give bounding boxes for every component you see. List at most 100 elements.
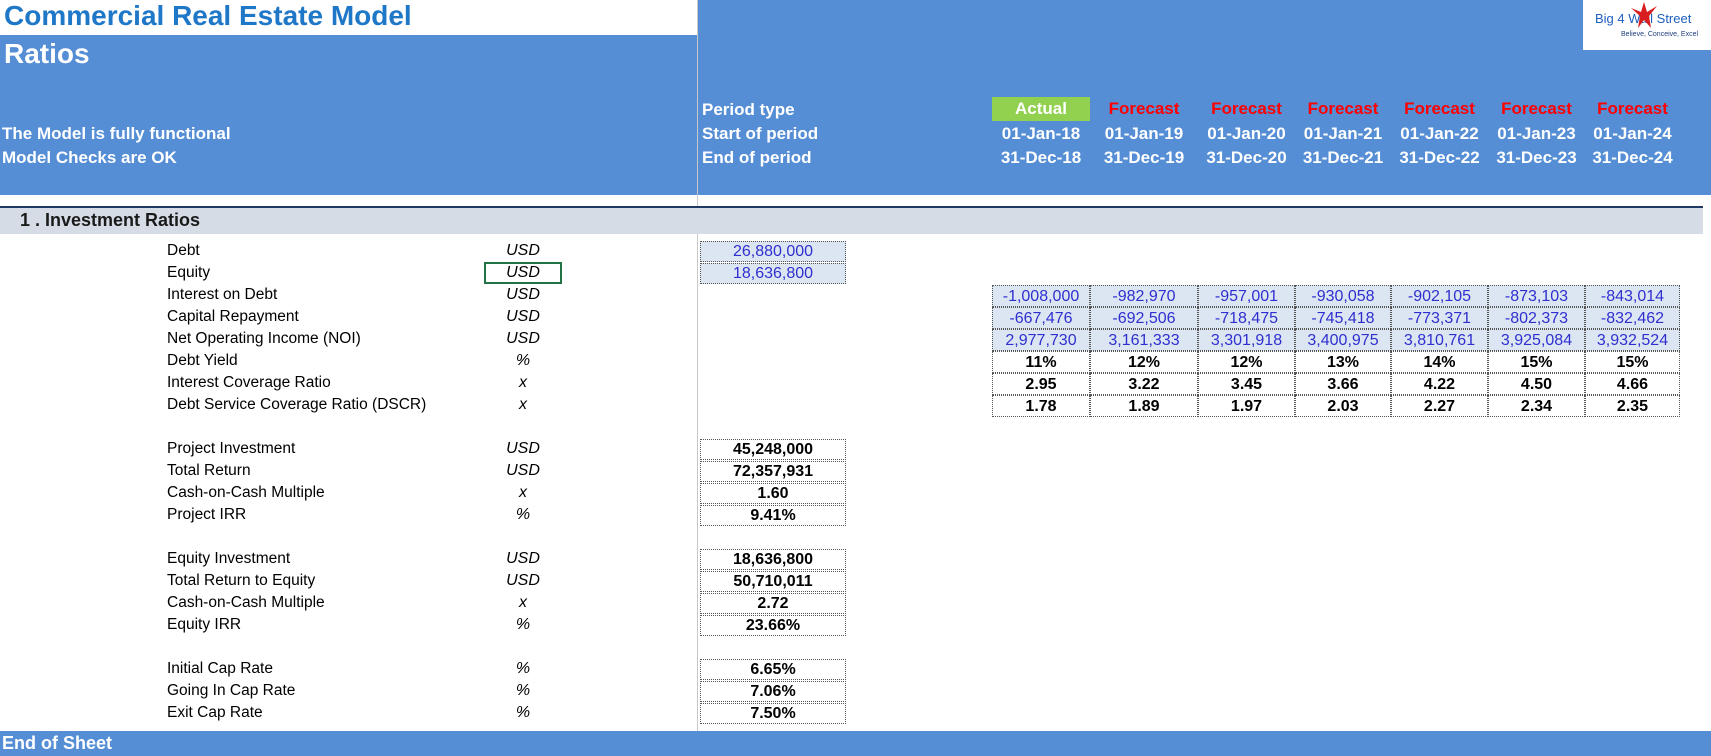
- cell-net-operating-income-noi-4[interactable]: 3,810,761: [1391, 329, 1488, 351]
- row-value-cash-on-cash-multiple[interactable]: 2.72: [700, 593, 846, 614]
- period-start-0[interactable]: 01-Jan-18: [992, 124, 1090, 144]
- row-label-capital-repayment[interactable]: Capital Repayment: [167, 308, 299, 326]
- row-label-net-operating-income-noi[interactable]: Net Operating Income (NOI): [167, 330, 361, 348]
- row-unit-interest-on-debt[interactable]: USD: [486, 286, 560, 304]
- cell-capital-repayment-5[interactable]: -802,373: [1488, 307, 1585, 329]
- row-unit-initial-cap-rate[interactable]: %: [486, 660, 560, 678]
- row-unit-capital-repayment[interactable]: USD: [486, 308, 560, 326]
- cell-net-operating-income-noi-5[interactable]: 3,925,084: [1488, 329, 1585, 351]
- row-label-cash-on-cash-multiple[interactable]: Cash-on-Cash Multiple: [167, 484, 325, 502]
- row-unit-interest-coverage-ratio[interactable]: x: [486, 374, 560, 392]
- cell-interest-coverage-ratio-6[interactable]: 4.66: [1585, 373, 1680, 395]
- row-unit-equity-irr[interactable]: %: [486, 616, 560, 634]
- row-unit-debt-yield[interactable]: %: [486, 352, 560, 370]
- cell-interest-on-debt-6[interactable]: -843,014: [1585, 285, 1680, 307]
- cell-interest-coverage-ratio-2[interactable]: 3.45: [1198, 373, 1295, 395]
- period-end-0[interactable]: 31-Dec-18: [992, 148, 1090, 168]
- row-value-total-return-to-equity[interactable]: 50,710,011: [700, 571, 846, 592]
- row-value-equity[interactable]: 18,636,800: [700, 263, 846, 284]
- period-type-4[interactable]: Forecast: [1391, 97, 1488, 121]
- cell-interest-coverage-ratio-5[interactable]: 4.50: [1488, 373, 1585, 395]
- row-label-interest-on-debt[interactable]: Interest on Debt: [167, 286, 277, 304]
- period-type-3[interactable]: Forecast: [1295, 97, 1391, 121]
- cell-interest-coverage-ratio-3[interactable]: 3.66: [1295, 373, 1391, 395]
- period-type-5[interactable]: Forecast: [1488, 97, 1585, 121]
- row-label-initial-cap-rate[interactable]: Initial Cap Rate: [167, 660, 273, 678]
- row-unit-cash-on-cash-multiple[interactable]: x: [486, 484, 560, 502]
- row-value-cash-on-cash-multiple[interactable]: 1.60: [700, 483, 846, 504]
- cell-interest-on-debt-1[interactable]: -982,970: [1090, 285, 1198, 307]
- cell-debt-yield-4[interactable]: 14%: [1391, 351, 1488, 373]
- row-unit-total-return-to-equity[interactable]: USD: [486, 572, 560, 590]
- period-end-6[interactable]: 31-Dec-24: [1585, 148, 1680, 168]
- row-label-equity-investment[interactable]: Equity Investment: [167, 550, 290, 568]
- cell-debt-yield-6[interactable]: 15%: [1585, 351, 1680, 373]
- cell-debt-service-coverage-ratio-dscr-0[interactable]: 1.78: [992, 395, 1090, 417]
- row-unit-equity-investment[interactable]: USD: [486, 550, 560, 568]
- row-label-cash-on-cash-multiple[interactable]: Cash-on-Cash Multiple: [167, 594, 325, 612]
- cell-debt-service-coverage-ratio-dscr-2[interactable]: 1.97: [1198, 395, 1295, 417]
- period-type-6[interactable]: Forecast: [1585, 97, 1680, 121]
- cell-interest-coverage-ratio-4[interactable]: 4.22: [1391, 373, 1488, 395]
- row-value-project-investment[interactable]: 45,248,000: [700, 439, 846, 460]
- cell-debt-service-coverage-ratio-dscr-3[interactable]: 2.03: [1295, 395, 1391, 417]
- period-end-5[interactable]: 31-Dec-23: [1488, 148, 1585, 168]
- cell-net-operating-income-noi-0[interactable]: 2,977,730: [992, 329, 1090, 351]
- period-end-1[interactable]: 31-Dec-19: [1090, 148, 1198, 168]
- row-unit-cash-on-cash-multiple[interactable]: x: [486, 594, 560, 612]
- cell-interest-on-debt-2[interactable]: -957,001: [1198, 285, 1295, 307]
- cell-capital-repayment-1[interactable]: -692,506: [1090, 307, 1198, 329]
- period-start-4[interactable]: 01-Jan-22: [1391, 124, 1488, 144]
- row-value-equity-investment[interactable]: 18,636,800: [700, 549, 846, 570]
- row-label-equity[interactable]: Equity: [167, 264, 210, 282]
- period-type-2[interactable]: Forecast: [1198, 97, 1295, 121]
- row-value-total-return[interactable]: 72,357,931: [700, 461, 846, 482]
- period-start-6[interactable]: 01-Jan-24: [1585, 124, 1680, 144]
- cell-debt-service-coverage-ratio-dscr-6[interactable]: 2.35: [1585, 395, 1680, 417]
- cell-debt-yield-3[interactable]: 13%: [1295, 351, 1391, 373]
- cell-capital-repayment-6[interactable]: -832,462: [1585, 307, 1680, 329]
- row-value-exit-cap-rate[interactable]: 7.50%: [700, 703, 846, 724]
- row-label-going-in-cap-rate[interactable]: Going In Cap Rate: [167, 682, 295, 700]
- cell-capital-repayment-3[interactable]: -745,418: [1295, 307, 1391, 329]
- row-label-debt-service-coverage-ratio-dscr[interactable]: Debt Service Coverage Ratio (DSCR): [167, 396, 426, 414]
- row-unit-exit-cap-rate[interactable]: %: [486, 704, 560, 722]
- cell-net-operating-income-noi-3[interactable]: 3,400,975: [1295, 329, 1391, 351]
- cell-debt-yield-5[interactable]: 15%: [1488, 351, 1585, 373]
- cell-interest-coverage-ratio-0[interactable]: 2.95: [992, 373, 1090, 395]
- period-end-3[interactable]: 31-Dec-21: [1295, 148, 1391, 168]
- period-start-3[interactable]: 01-Jan-21: [1295, 124, 1391, 144]
- row-label-project-investment[interactable]: Project Investment: [167, 440, 295, 458]
- row-label-interest-coverage-ratio[interactable]: Interest Coverage Ratio: [167, 374, 331, 392]
- cell-interest-on-debt-3[interactable]: -930,058: [1295, 285, 1391, 307]
- row-label-equity-irr[interactable]: Equity IRR: [167, 616, 241, 634]
- row-label-total-return[interactable]: Total Return: [167, 462, 251, 480]
- cell-capital-repayment-4[interactable]: -773,371: [1391, 307, 1488, 329]
- cell-debt-service-coverage-ratio-dscr-1[interactable]: 1.89: [1090, 395, 1198, 417]
- cell-debt-yield-0[interactable]: 11%: [992, 351, 1090, 373]
- cell-capital-repayment-0[interactable]: -667,476: [992, 307, 1090, 329]
- cell-net-operating-income-noi-6[interactable]: 3,932,524: [1585, 329, 1680, 351]
- row-unit-project-irr[interactable]: %: [486, 506, 560, 524]
- row-unit-net-operating-income-noi[interactable]: USD: [486, 330, 560, 348]
- row-value-going-in-cap-rate[interactable]: 7.06%: [700, 681, 846, 702]
- row-value-equity-irr[interactable]: 23.66%: [700, 615, 846, 636]
- row-value-initial-cap-rate[interactable]: 6.65%: [700, 659, 846, 680]
- cell-debt-yield-2[interactable]: 12%: [1198, 351, 1295, 373]
- cell-debt-yield-1[interactable]: 12%: [1090, 351, 1198, 373]
- cell-interest-on-debt-4[interactable]: -902,105: [1391, 285, 1488, 307]
- row-label-debt-yield[interactable]: Debt Yield: [167, 352, 238, 370]
- row-value-debt[interactable]: 26,880,000: [700, 241, 846, 262]
- row-value-project-irr[interactable]: 9.41%: [700, 505, 846, 526]
- cell-interest-on-debt-0[interactable]: -1,008,000: [992, 285, 1090, 307]
- period-end-4[interactable]: 31-Dec-22: [1391, 148, 1488, 168]
- period-type-0[interactable]: Actual: [992, 97, 1090, 121]
- cell-interest-coverage-ratio-1[interactable]: 3.22: [1090, 373, 1198, 395]
- row-unit-total-return[interactable]: USD: [486, 462, 560, 480]
- row-unit-debt-service-coverage-ratio-dscr[interactable]: x: [486, 396, 560, 414]
- row-unit-equity[interactable]: USD: [484, 262, 562, 284]
- row-unit-debt[interactable]: USD: [486, 242, 560, 260]
- row-label-debt[interactable]: Debt: [167, 242, 200, 260]
- row-unit-going-in-cap-rate[interactable]: %: [486, 682, 560, 700]
- cell-net-operating-income-noi-2[interactable]: 3,301,918: [1198, 329, 1295, 351]
